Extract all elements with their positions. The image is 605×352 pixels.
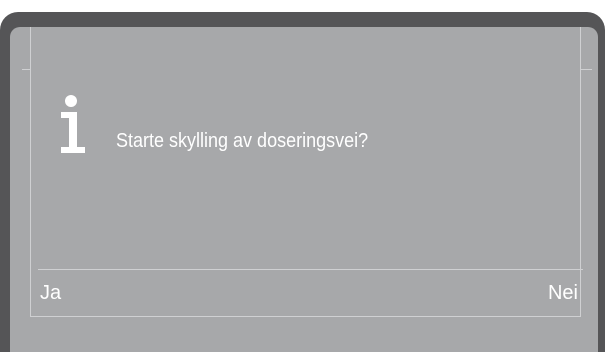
frame-line-left [30,27,31,316]
dialog-message: Starte skylling av doseringsvei? [116,130,369,152]
frame-line-right [580,27,581,316]
frame-tick-left [22,69,31,70]
display-screen [10,27,598,352]
frame-tick-right [580,69,592,70]
softkey-divider [38,269,583,270]
frame-line-bottom [30,316,581,317]
yes-button[interactable]: Ja [40,282,61,305]
no-button[interactable]: Nei [548,282,578,305]
info-icon [61,95,85,153]
